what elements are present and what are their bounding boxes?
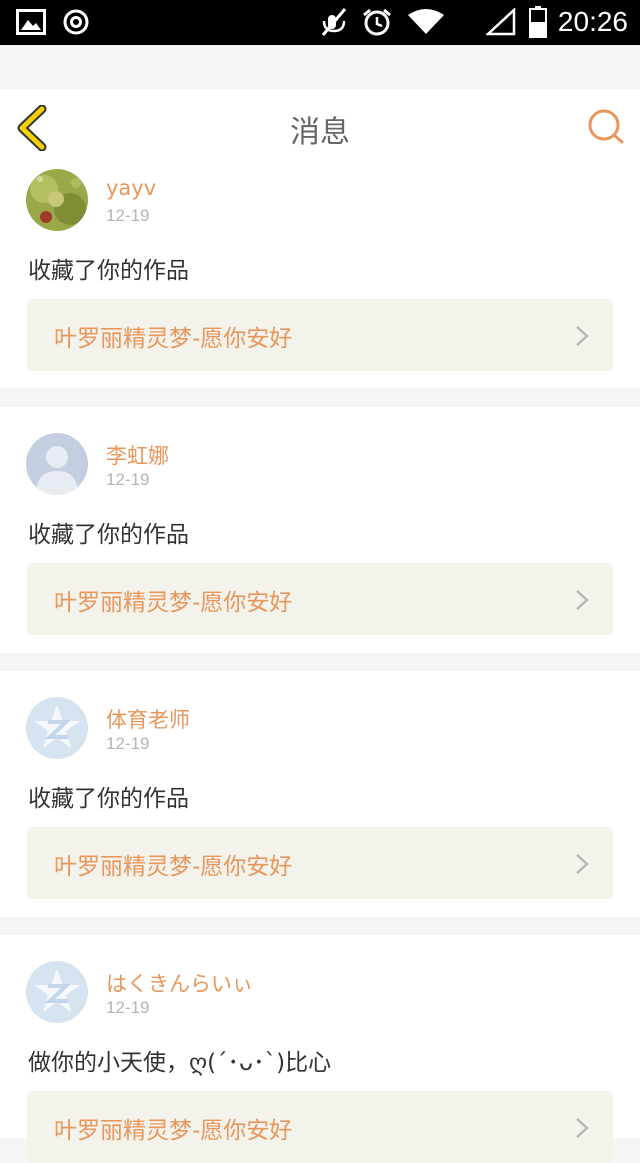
- search-icon: [588, 109, 624, 144]
- target-icon: [63, 9, 89, 35]
- message-date: 12-19: [106, 470, 150, 489]
- message-date: 12-19: [106, 998, 150, 1017]
- battery-icon: [529, 6, 547, 38]
- work-link[interactable]: 叶罗丽精灵梦-愿你安好: [27, 827, 613, 899]
- message-text: 做你的小天使，ღ(´･ᴗ･`)比心: [28, 1050, 332, 1076]
- page-title: 消息: [290, 115, 350, 150]
- user-name[interactable]: yayv: [106, 176, 156, 200]
- status-bar: 20:26: [0, 0, 640, 45]
- work-title: 叶罗丽精灵梦-愿你安好: [54, 590, 293, 616]
- work-link[interactable]: 叶罗丽精灵梦-愿你安好: [27, 299, 613, 371]
- search-button[interactable]: [586, 107, 626, 147]
- default-person-avatar: [26, 433, 88, 495]
- message-card: 体育老师 12-19 收藏了你的作品 叶罗丽精灵梦-愿你安好: [0, 671, 640, 917]
- user-name[interactable]: 李虹娜: [106, 440, 169, 470]
- avatar[interactable]: [26, 433, 88, 495]
- photo-avatar: [26, 169, 88, 231]
- qzone-avatar: [26, 697, 88, 759]
- app-header: 消息: [0, 89, 640, 167]
- user-name[interactable]: 体育老师: [106, 704, 190, 734]
- message-card: yayv 12-19 收藏了你的作品 叶罗丽精灵梦-愿你安好: [0, 166, 640, 388]
- message-date: 12-19: [106, 734, 150, 753]
- alarm-icon: [363, 8, 391, 36]
- avatar[interactable]: [26, 697, 88, 759]
- chevron-right-icon: [576, 854, 589, 874]
- work-title: 叶罗丽精灵梦-愿你安好: [54, 854, 293, 880]
- avatar[interactable]: [26, 961, 88, 1023]
- qzone-avatar: [26, 961, 88, 1023]
- mute-icon: [321, 8, 347, 36]
- chevron-right-icon: [576, 1118, 589, 1138]
- avatar[interactable]: [26, 169, 88, 231]
- message-date: 12-19: [106, 206, 150, 225]
- message-card: 李虹娜 12-19 收藏了你的作品 叶罗丽精灵梦-愿你安好: [0, 407, 640, 653]
- work-link[interactable]: 叶罗丽精灵梦-愿你安好: [27, 563, 613, 635]
- status-time: 20:26: [557, 6, 628, 37]
- work-title: 叶罗丽精灵梦-愿你安好: [54, 1118, 293, 1144]
- user-name[interactable]: はくきんらいぃ: [106, 968, 253, 998]
- message-card: はくきんらいぃ 12-19 做你的小天使，ღ(´･ᴗ･`)比心 叶罗丽精灵梦-愿…: [0, 935, 640, 1163]
- signal-icon: [486, 8, 516, 36]
- work-title: 叶罗丽精灵梦-愿你安好: [54, 326, 293, 352]
- chevron-right-icon: [576, 590, 589, 610]
- work-link[interactable]: 叶罗丽精灵梦-愿你安好: [27, 1091, 613, 1163]
- image-icon: [16, 9, 46, 35]
- chevron-right-icon: [576, 326, 589, 346]
- message-text: 收藏了你的作品: [28, 786, 189, 812]
- wifi-icon: [408, 9, 444, 34]
- message-text: 收藏了你的作品: [28, 522, 189, 548]
- message-text: 收藏了你的作品: [28, 258, 189, 284]
- status-gap: [0, 45, 640, 89]
